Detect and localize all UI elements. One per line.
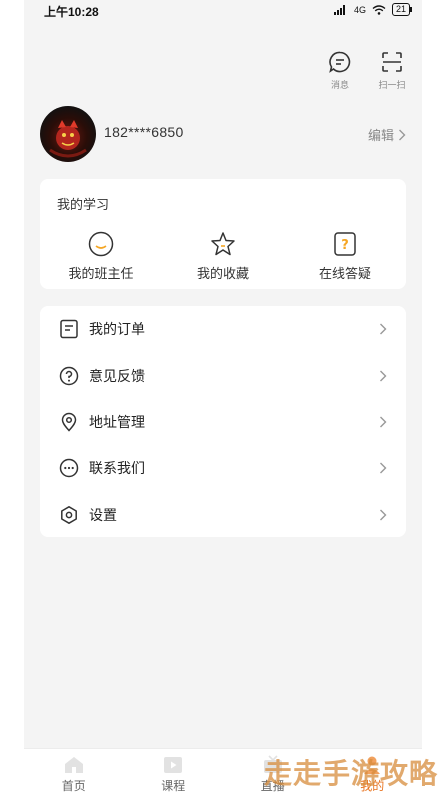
smile-icon xyxy=(88,231,114,257)
menu-item-label: 设置 xyxy=(89,507,117,523)
header-actions: 消息 扫一扫 xyxy=(324,50,408,91)
course-icon xyxy=(164,757,183,773)
settings-icon xyxy=(61,506,77,524)
status-bar: 上午10:28 4G 21 xyxy=(24,0,422,24)
signal-icon xyxy=(333,4,345,15)
scan-label: 扫一扫 xyxy=(378,80,406,90)
order-icon xyxy=(60,319,78,339)
app-screen: 上午10:28 4G 21 消息 扫一扫 182****6850 编辑 我的学习… xyxy=(24,0,422,794)
chevron-right-icon xyxy=(399,129,406,140)
menu-item-settings[interactable]: 设置 xyxy=(40,492,406,538)
wifi-icon xyxy=(372,4,386,15)
status-time: 上午10:28 xyxy=(44,5,99,19)
study-item-label: 我的收藏 xyxy=(196,266,249,281)
message-icon xyxy=(329,51,351,73)
menu-item-contact[interactable]: 联系我们 xyxy=(40,445,406,491)
menu-item-label: 联系我们 xyxy=(89,460,145,476)
svg-text:?: ? xyxy=(341,238,349,253)
online-qa-button[interactable]: ? 在线答疑 xyxy=(284,231,406,282)
status-icons: 4G 21 xyxy=(333,3,413,16)
scan-icon xyxy=(382,52,402,72)
my-study-card: 我的学习 我的班主任 我的收藏 ? 在线答疑 xyxy=(40,179,406,289)
study-items: 我的班主任 我的收藏 ? 在线答疑 xyxy=(40,231,406,282)
avatar-image xyxy=(49,120,87,158)
settings-menu-card: 我的订单 意见反馈 地址管理 联系我们 设置 xyxy=(40,306,406,537)
message-button[interactable]: 消息 xyxy=(324,50,356,91)
edit-label: 编辑 xyxy=(367,128,394,143)
user-phone: 182****6850 xyxy=(104,124,184,140)
home-icon xyxy=(64,757,83,773)
menu-item-orders[interactable]: 我的订单 xyxy=(40,306,406,352)
menu-item-label: 地址管理 xyxy=(89,414,145,430)
my-favorites-button[interactable]: 我的收藏 xyxy=(162,231,284,282)
battery-indicator: 21 xyxy=(391,3,413,16)
edit-profile-button[interactable]: 编辑 xyxy=(368,125,406,144)
tab-course[interactable]: 课程 xyxy=(124,749,224,794)
chevron-right-icon xyxy=(380,509,387,521)
tab-label: 课程 xyxy=(161,779,186,793)
star-icon xyxy=(211,232,235,256)
scan-button[interactable]: 扫一扫 xyxy=(376,50,408,91)
chat-dots-icon xyxy=(59,458,79,478)
watermark: 走走手游攻略 xyxy=(263,757,438,790)
study-item-label: 在线答疑 xyxy=(318,266,371,281)
tab-home[interactable]: 首页 xyxy=(24,749,124,794)
location-icon xyxy=(61,412,77,432)
message-label: 消息 xyxy=(330,80,349,90)
menu-item-address[interactable]: 地址管理 xyxy=(40,399,406,445)
help-circle-icon xyxy=(59,366,79,386)
chevron-right-icon xyxy=(380,323,387,335)
network-type: 4G xyxy=(353,4,366,15)
tab-label: 首页 xyxy=(61,779,86,793)
study-title: 我的学习 xyxy=(57,197,110,212)
chevron-right-icon xyxy=(380,370,387,382)
menu-item-label: 意见反馈 xyxy=(89,368,145,384)
question-doc-icon: ? xyxy=(334,232,356,256)
study-item-label: 我的班主任 xyxy=(68,266,134,281)
menu-item-feedback[interactable]: 意见反馈 xyxy=(40,353,406,399)
avatar[interactable] xyxy=(40,106,96,162)
my-head-teacher-button[interactable]: 我的班主任 xyxy=(40,231,162,282)
menu-item-label: 我的订单 xyxy=(89,321,145,337)
chevron-right-icon xyxy=(380,416,387,428)
profile-header: 182****6850 编辑 xyxy=(40,106,406,162)
chevron-right-icon xyxy=(380,462,387,474)
